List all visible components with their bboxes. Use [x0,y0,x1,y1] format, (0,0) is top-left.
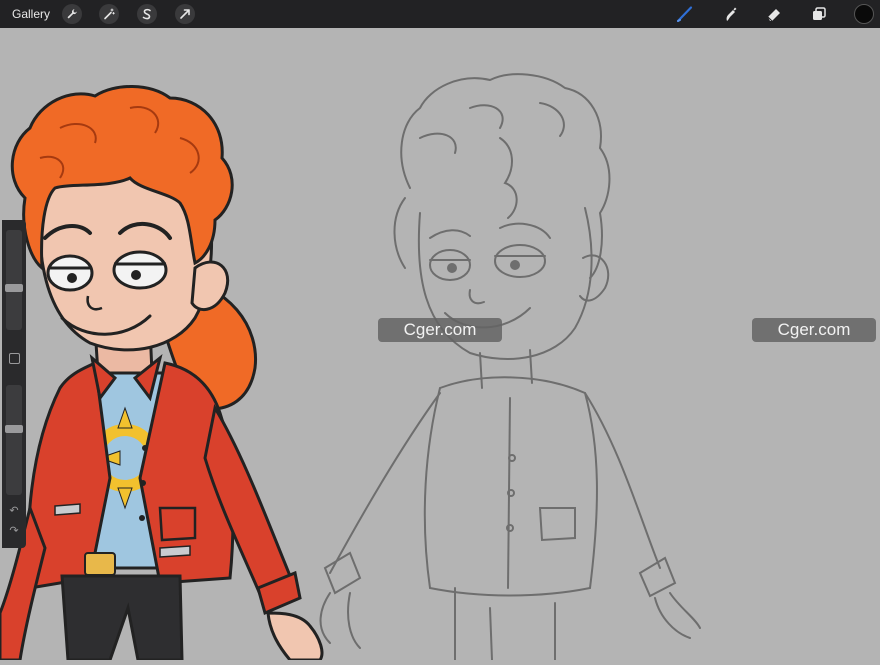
smudge-icon [726,7,737,21]
brush-size-knob[interactable] [5,284,23,292]
selection-icon [142,8,151,20]
transform-arrow-icon [180,9,190,19]
brush-size-slider[interactable] [5,230,23,330]
opacity-slider[interactable] [5,385,23,495]
watermark-right: Cger.com [752,318,876,342]
tool-sidebar: ↶ ↷ [2,220,26,548]
watermark-left: Cger.com [378,318,502,342]
redo-icon[interactable]: ↷ [7,524,21,538]
modify-button[interactable] [9,353,20,364]
drawing-canvas[interactable]: Cger.com Cger.com [0,28,880,662]
colored-character [0,85,324,662]
brush-icon [676,6,693,23]
gallery-button[interactable]: Gallery [12,7,50,21]
eraser-icon [767,9,780,22]
undo-icon[interactable]: ↶ [7,504,21,518]
smudge-button[interactable] [719,3,741,25]
wrench-icon [67,9,77,19]
magic-wand-icon [104,8,115,20]
opacity-knob[interactable] [5,425,23,433]
top-toolbar: Gallery [0,0,880,28]
adjustments-button[interactable] [99,4,119,24]
transform-button[interactable] [175,4,195,24]
actions-button[interactable] [62,4,82,24]
selection-button[interactable] [137,4,157,24]
brush-button[interactable] [674,3,696,25]
layers-icon [813,7,826,20]
sketch-character [319,73,701,661]
color-picker-button[interactable] [854,4,874,24]
layers-button[interactable] [808,3,830,25]
eraser-button[interactable] [763,3,785,25]
artwork [0,73,701,662]
